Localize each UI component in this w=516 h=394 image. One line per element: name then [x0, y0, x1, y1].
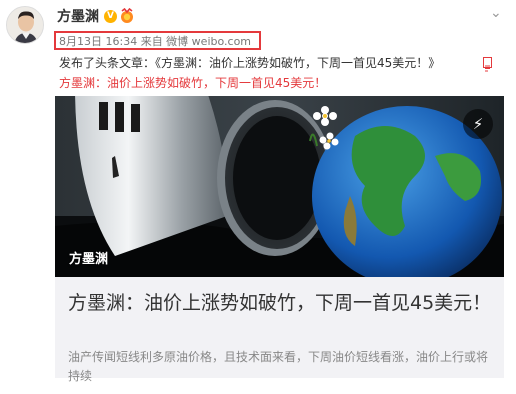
article-description: 油产传闻短线利多原油价格，且技术面来看，下周油价短线看涨，油价上行或将持续 — [68, 350, 489, 383]
fan-medal-icon — [120, 7, 134, 24]
article-card[interactable]: 方墨渊 ⚡ 方墨渊：油价上涨势如破竹，下周一首见45美元！ 油产传闻短线利多原油… — [55, 96, 504, 383]
article-cover-image[interactable]: 方墨渊 ⚡ — [55, 96, 504, 277]
post-meta: 8月13日 16:34 来自 微博 weibo.com — [59, 35, 252, 48]
chevron-down-icon[interactable]: ⌄ — [490, 6, 502, 20]
article-icon — [483, 57, 492, 72]
author-name[interactable]: 方墨渊 — [57, 9, 99, 25]
image-caption: 方墨渊 — [69, 252, 109, 267]
article-title[interactable]: 方墨渊：油价上涨势如破竹，下周一首见45美元！ — [68, 289, 498, 317]
verified-v-icon: V — [104, 10, 117, 23]
avatar[interactable] — [6, 6, 44, 44]
lightning-icon[interactable]: ⚡ — [463, 109, 493, 139]
article-link[interactable]: 方墨渊：油价上涨势如破竹，下周一首见45美元！ — [59, 76, 326, 90]
post-text: 发布了头条文章：《方墨渊：油价上涨势如破竹，下周一首见45美元！》 — [59, 56, 441, 70]
